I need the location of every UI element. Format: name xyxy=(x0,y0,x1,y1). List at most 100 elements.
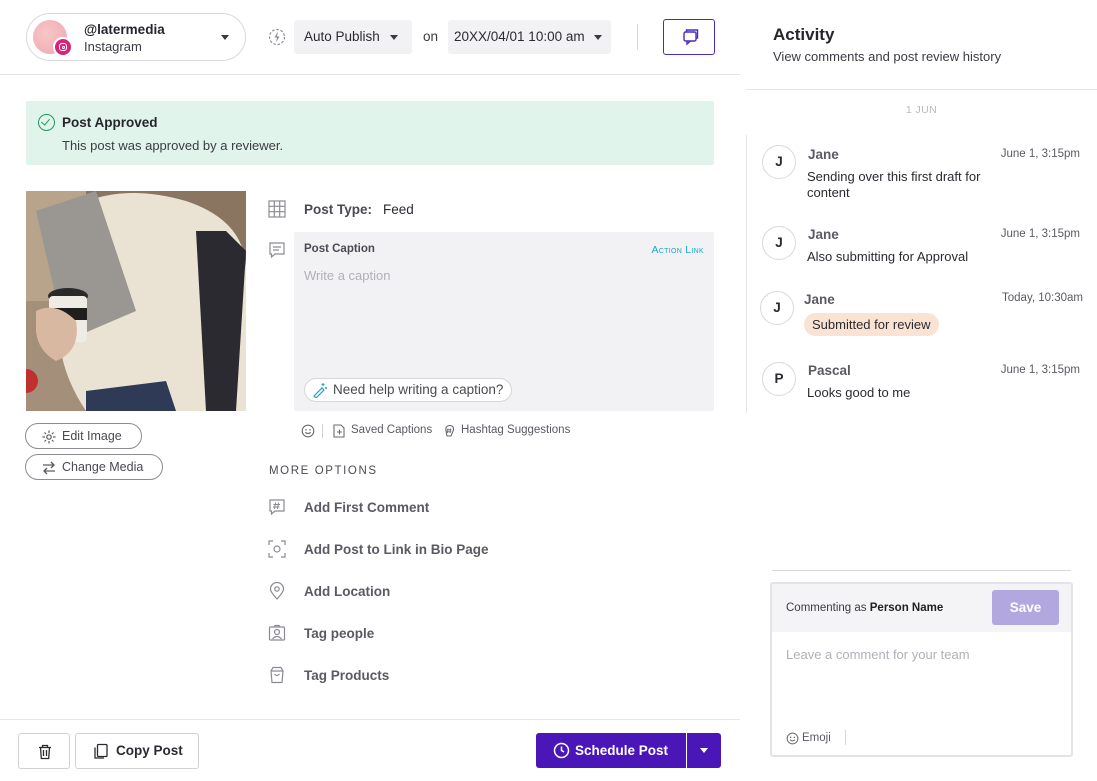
commenter-name: Jane xyxy=(808,147,839,162)
comment-time: June 1, 3:15pm xyxy=(1000,228,1080,240)
caption-help-button[interactable]: Need help writing a caption? xyxy=(304,378,513,402)
first-comment-icon xyxy=(269,499,285,516)
more-options-heading: MORE OPTIONS xyxy=(269,465,378,477)
approval-banner: Post Approved This post was approved by … xyxy=(26,101,714,165)
swap-icon xyxy=(43,461,55,475)
activity-panel: Activity View comments and post review h… xyxy=(746,0,1097,781)
emoji-button[interactable]: Emoji xyxy=(786,732,831,745)
commenting-prefix: Commenting as xyxy=(786,602,867,614)
shopping-bag-icon xyxy=(270,666,284,684)
instagram-icon xyxy=(53,37,73,57)
caption-icon xyxy=(269,242,285,259)
grid-icon xyxy=(268,200,286,218)
chevron-down-icon xyxy=(390,35,398,40)
emoji-label: Emoji xyxy=(802,732,831,744)
banner-title: Post Approved xyxy=(62,115,158,130)
tag-people-option[interactable]: Tag people xyxy=(304,626,374,641)
emoji-icon[interactable] xyxy=(301,424,315,438)
change-media-label: Change Media xyxy=(62,460,144,474)
link-in-bio-icon xyxy=(268,540,286,558)
date-separator: 1 JUN xyxy=(905,104,938,116)
add-link-in-bio-option[interactable]: Add Post to Link in Bio Page xyxy=(304,542,489,557)
copy-icon xyxy=(94,743,108,759)
post-media-preview[interactable] xyxy=(26,191,246,411)
comment-text: Also submitting for Approval xyxy=(807,249,969,264)
timeline-line xyxy=(746,135,747,413)
schedule-options-button[interactable] xyxy=(687,733,721,768)
tag-people-icon xyxy=(268,624,286,641)
magic-wand-icon xyxy=(42,430,56,444)
schedule-post-button[interactable]: Schedule Post xyxy=(536,733,686,768)
activity-divider xyxy=(746,89,1097,90)
commenter-avatar: J xyxy=(760,291,794,325)
toolbar-divider xyxy=(637,24,638,50)
save-comment-button[interactable]: Save xyxy=(992,590,1059,625)
chevron-down-icon xyxy=(700,748,708,753)
composer-tools-divider xyxy=(845,730,846,745)
account-handle: @latermedia xyxy=(84,22,165,37)
check-circle-icon xyxy=(38,114,55,131)
copy-post-button[interactable]: Copy Post xyxy=(75,733,199,769)
media-image xyxy=(26,191,246,411)
edit-image-label: Edit Image xyxy=(62,429,122,443)
comment-text: Looks good to me xyxy=(807,385,911,400)
change-media-button[interactable]: Change Media xyxy=(25,454,163,480)
publish-mode-select[interactable]: Auto Publish xyxy=(294,20,412,54)
chevron-down-icon xyxy=(221,35,229,40)
magic-pen-icon xyxy=(313,383,327,398)
composer-header: Commenting as Person Name Save xyxy=(772,584,1071,632)
composer-divider xyxy=(772,570,1071,571)
comment-text: Sending over this first draft for conten… xyxy=(807,169,981,200)
tools-divider xyxy=(322,424,323,438)
hashtag-icon xyxy=(445,424,455,437)
hashtag-suggestions-link[interactable]: Hashtag Suggestions xyxy=(461,424,570,436)
commenting-as: Commenting as Person Name xyxy=(786,602,943,614)
saved-captions-link[interactable]: Saved Captions xyxy=(351,424,432,436)
saved-captions-icon xyxy=(333,424,345,438)
post-type-label: Post Type: xyxy=(304,202,373,217)
caption-input[interactable]: Write a caption xyxy=(304,268,390,283)
post-type-value[interactable]: Feed xyxy=(383,202,414,217)
publish-mode-value: Auto Publish xyxy=(304,29,380,44)
commenter-avatar: P xyxy=(762,362,796,396)
commenter-name: Jane xyxy=(804,292,835,307)
delete-post-button[interactable] xyxy=(18,733,70,769)
on-label: on xyxy=(423,29,439,44)
account-selector[interactable]: @latermedia Instagram xyxy=(26,13,246,61)
commenter-avatar: J xyxy=(762,226,796,260)
comment-time: June 1, 3:15pm xyxy=(1000,364,1080,376)
location-pin-icon xyxy=(269,582,285,600)
trash-icon xyxy=(39,744,51,760)
commenter-avatar: J xyxy=(762,145,796,179)
add-first-comment-option[interactable]: Add First Comment xyxy=(304,500,429,515)
post-editor: @latermedia Instagram Auto Publish on 20… xyxy=(0,0,740,781)
clock-icon xyxy=(553,742,570,759)
account-platform: Instagram xyxy=(84,39,142,54)
toggle-activity-button[interactable] xyxy=(663,19,715,55)
auto-publish-icon xyxy=(268,28,286,46)
copy-post-label: Copy Post xyxy=(116,743,183,758)
caption-label: Post Caption xyxy=(304,243,375,255)
commenter-person: Person Name xyxy=(869,602,944,614)
caption-editor[interactable]: Post Caption Action Link Write a caption… xyxy=(294,232,714,411)
chevron-down-icon xyxy=(594,35,602,40)
status-badge: Submitted for review xyxy=(804,313,939,336)
editor-footer: Copy Post Schedule Post xyxy=(0,719,740,781)
commenter-name: Pascal xyxy=(808,363,851,378)
tag-products-option[interactable]: Tag Products xyxy=(304,668,389,683)
activity-title: Activity xyxy=(773,25,835,44)
emoji-icon xyxy=(786,732,799,745)
comment-time: June 1, 3:15pm xyxy=(1000,148,1080,160)
comment-time: Today, 10:30am xyxy=(1002,292,1083,304)
action-link[interactable]: Action Link xyxy=(651,244,704,256)
activity-subtitle: View comments and post review history xyxy=(773,49,1002,64)
comment-composer: Commenting as Person Name Save Leave a c… xyxy=(770,582,1073,757)
caption-help-label: Need help writing a caption? xyxy=(333,382,504,397)
publish-datetime-select[interactable]: 20XX/04/01 10:00 am xyxy=(448,20,611,54)
schedule-post-label: Schedule Post xyxy=(575,743,669,758)
comment-input[interactable]: Leave a comment for your team xyxy=(786,647,970,662)
edit-image-button[interactable]: Edit Image xyxy=(25,423,142,449)
comments-icon xyxy=(683,29,699,46)
editor-toolbar: @latermedia Instagram Auto Publish on 20… xyxy=(0,0,740,75)
add-location-option[interactable]: Add Location xyxy=(304,584,390,599)
